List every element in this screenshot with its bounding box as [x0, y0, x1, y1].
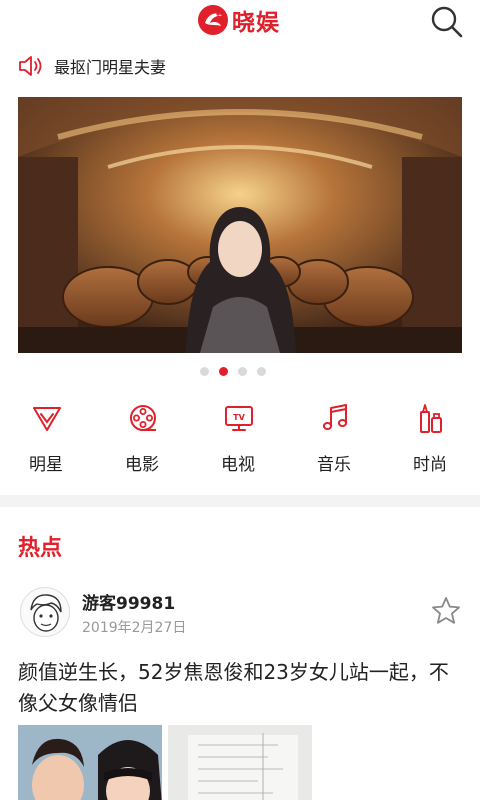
app-name: 晓娱: [232, 10, 280, 36]
carousel-dot[interactable]: [257, 367, 266, 376]
post-title[interactable]: 颜值逆生长，52岁焦恩俊和23岁女儿站一起，不像父女像情侣: [18, 657, 462, 719]
category-nav: 明星 电影 TV 电视 音乐 时尚: [0, 400, 480, 480]
logo-mark-icon: [198, 5, 228, 35]
film-reel-icon: [130, 405, 156, 431]
star-outline-icon: [432, 597, 460, 624]
app-logo[interactable]: 晓娱: [196, 2, 280, 38]
lipstick-icon: [420, 404, 442, 433]
nav-label: 明星: [29, 455, 63, 475]
carousel-indicator: [200, 367, 266, 377]
avatar[interactable]: [20, 587, 70, 637]
nav-item-stars[interactable]: 明星: [6, 400, 86, 480]
nav-label: 电视: [221, 455, 255, 475]
svg-text:TV: TV: [233, 413, 245, 422]
nav-label: 音乐: [317, 455, 351, 475]
star-diamond-icon: [33, 407, 61, 431]
section-title: 热点: [18, 536, 63, 561]
app-header: 晓娱: [0, 0, 480, 44]
search-button[interactable]: [428, 4, 466, 40]
section-divider: [0, 495, 480, 507]
nav-item-tv[interactable]: TV 电视: [198, 400, 278, 480]
nav-item-fashion[interactable]: 时尚: [390, 400, 470, 480]
post-images: [18, 725, 338, 800]
post-image[interactable]: [18, 725, 162, 800]
search-icon: [431, 6, 463, 38]
carousel-dot-active[interactable]: [219, 367, 228, 376]
post-username[interactable]: 游客99981: [82, 589, 175, 614]
carousel-dot[interactable]: [200, 367, 209, 376]
nav-label: 电影: [125, 455, 159, 475]
music-note-icon: [322, 404, 348, 430]
banner-image[interactable]: [18, 97, 462, 353]
speaker-icon: [19, 56, 42, 76]
news-ticker[interactable]: 最抠门明星夫妻: [18, 52, 166, 80]
nav-item-music[interactable]: 音乐: [294, 400, 374, 480]
nav-item-movies[interactable]: 电影: [102, 400, 182, 480]
tv-icon: TV: [225, 406, 253, 431]
favorite-button[interactable]: [430, 595, 462, 627]
post-image[interactable]: [168, 725, 312, 800]
carousel-dot[interactable]: [238, 367, 247, 376]
post-date: 2019年2月27日: [82, 620, 187, 636]
ticker-text: 最抠门明星夫妻: [54, 58, 167, 77]
nav-label: 时尚: [413, 455, 447, 475]
